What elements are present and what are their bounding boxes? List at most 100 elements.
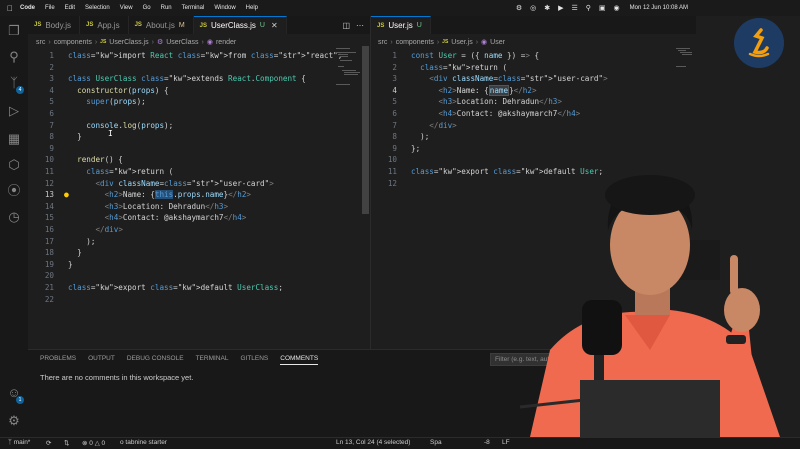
menu-run[interactable]: Run (161, 5, 172, 11)
split-editor-icon[interactable]: ◫ (342, 21, 350, 30)
menu-view[interactable]: View (120, 5, 133, 11)
code-line[interactable]: 5 super(props); (28, 96, 370, 108)
code-line[interactable]: 18 } (28, 247, 370, 259)
code-line[interactable]: 14 <h3>Location: Dehradun</h3> (28, 201, 370, 213)
code-line[interactable]: 7 </div> (371, 120, 696, 132)
code-line[interactable]: 2 (28, 62, 370, 74)
tabnine-indicator[interactable]: o tabnine starter (120, 439, 167, 446)
more-actions-icon[interactable]: ⋯ (356, 21, 364, 30)
code-line[interactable]: 2 class="kw">return ( (371, 62, 696, 74)
tab-gitlens[interactable]: GITLENS (240, 355, 268, 365)
menu-file[interactable]: File (45, 5, 55, 11)
remote-explorer-icon[interactable]: ⬡ (7, 158, 21, 172)
sync-icon[interactable]: ⟳ (46, 439, 51, 447)
code-line[interactable]: 20 (28, 270, 370, 282)
tab-terminal[interactable]: TERMINAL (196, 355, 229, 365)
gitlens-icon[interactable]: ⦿ (7, 184, 21, 198)
remote-icon[interactable]: ⇅ (64, 439, 69, 447)
code-line[interactable]: 4 <h2>Name: {name}</h2> (371, 84, 696, 97)
breadcrumb-src[interactable]: src (36, 39, 45, 46)
tab-body-js[interactable]: JS Body.js (28, 16, 80, 34)
code-line[interactable]: 1 class="kw">import React class="kw">from… (28, 50, 370, 62)
lightbulb-icon[interactable]: ● (64, 189, 69, 201)
minimap-right[interactable] (676, 46, 694, 70)
cursor-position[interactable]: Ln 13, Col 24 (4 selected) (336, 439, 410, 446)
tab-problems[interactable]: PROBLEMS (40, 355, 76, 365)
code-line[interactable]: 22 (28, 294, 370, 306)
code-line[interactable]: 3 class UserClass class="kw">extends Reac… (28, 73, 370, 85)
code-line[interactable]: 10 render() { (28, 154, 370, 166)
code-line[interactable]: 13 <h2>Name: {this.props.name}</h2> ● (28, 189, 370, 201)
control-center-icon[interactable]: ▣ (599, 4, 606, 12)
menu-edit[interactable]: Edit (65, 5, 75, 11)
code-line[interactable]: 8 ); (371, 131, 696, 143)
breadcrumb-method[interactable]: render (216, 39, 236, 46)
code-line[interactable]: 6 (28, 108, 370, 120)
menu-clock[interactable]: Mon 12 Jun 10:08 AM (630, 5, 688, 11)
bluetooth-icon[interactable]: ✱ (544, 4, 550, 12)
search-icon[interactable]: ⚲ (586, 4, 591, 12)
code-line[interactable]: 21 class="kw">export class="kw">default U… (28, 282, 370, 294)
code-line[interactable]: 16 </div> (28, 224, 370, 236)
code-line[interactable]: 5 <h3>Location: Dehradun</h3> (371, 96, 696, 108)
chevron-right-icon: › (201, 38, 204, 46)
menu-code[interactable]: Code (20, 5, 35, 11)
breadcrumb-file[interactable]: UserClass.js (109, 39, 148, 46)
close-icon[interactable]: ✕ (271, 21, 278, 30)
code-line[interactable]: 9 (28, 143, 370, 155)
code-line[interactable]: 7 console.log(props); (28, 120, 370, 132)
breadcrumb-file[interactable]: User.js (451, 39, 472, 46)
menu-selection[interactable]: Selection (85, 5, 110, 11)
tab-about-js[interactable]: JS About.js M (129, 16, 194, 34)
code-line[interactable]: 4 constructor(props) { (28, 85, 370, 97)
settings-gear-icon[interactable]: ⚙ (7, 414, 21, 428)
recording-icon[interactable]: ◎ (530, 4, 536, 12)
play-icon[interactable]: ▶ (558, 4, 563, 12)
timeline-icon[interactable]: ◷ (7, 210, 21, 224)
code-line[interactable]: 19} (28, 259, 370, 271)
menu-terminal[interactable]: Terminal (182, 5, 205, 11)
breadcrumb-components[interactable]: components (396, 39, 434, 46)
run-debug-icon[interactable]: ▷ (7, 104, 21, 118)
apple-icon[interactable]:  (7, 4, 13, 13)
breadcrumb-function[interactable]: User (490, 39, 505, 46)
tab-debug-console[interactable]: DEBUG CONSOLE (127, 355, 184, 365)
extensions-icon[interactable]: ▦ (7, 132, 21, 146)
wifi-icon[interactable]: ☰ (571, 4, 577, 12)
code-line[interactable]: 17 ); (28, 236, 370, 248)
menu-window[interactable]: Window (214, 5, 235, 11)
code-editor-left[interactable]: 1 class="kw">import React class="kw">from… (28, 49, 370, 349)
code-line[interactable]: 15 <h4>Contact: @akshaymarch7</h4> (28, 212, 370, 224)
mac-menu-bar:  Code File Edit Selection View Go Run T… (0, 0, 800, 16)
breadcrumb-src[interactable]: src (378, 39, 387, 46)
scrollbar-left[interactable] (362, 46, 369, 214)
chevron-right-icon: › (48, 38, 51, 46)
problems-indicator[interactable]: ⊗ 0 △ 0 (82, 439, 105, 447)
code-line[interactable]: 11 class="kw">return ( (28, 166, 370, 178)
search-icon[interactable]: ⚲ (7, 50, 21, 64)
chevron-right-icon: › (436, 38, 440, 46)
explorer-icon[interactable]: ❐ (7, 24, 21, 38)
tab-userclass-js[interactable]: JS UserClass.js U ✕ (193, 16, 287, 34)
code-line[interactable]: 12 <div className=class="str">"user-card… (28, 178, 370, 190)
minimap-left[interactable] (336, 46, 360, 86)
tab-user-js[interactable]: JS User.js U (371, 16, 431, 34)
code-line[interactable]: 8 } (28, 131, 370, 143)
breadcrumb-components[interactable]: components (54, 39, 92, 46)
eol-indicator[interactable]: LF (502, 439, 510, 446)
tab-output[interactable]: OUTPUT (88, 355, 115, 365)
siri-icon[interactable]: ◉ (614, 4, 620, 12)
encoding-indicator[interactable]: -8 (484, 439, 490, 446)
menu-help[interactable]: Help (246, 5, 258, 11)
gear-icon[interactable]: ⚙ (516, 4, 522, 12)
breadcrumb-class[interactable]: UserClass (166, 39, 198, 46)
tab-comments[interactable]: COMMENTS (280, 355, 319, 365)
code-line[interactable]: 1 const User = ({ name }) => { (371, 50, 696, 62)
tab-app-js[interactable]: JS App.js (80, 16, 129, 34)
modified-badge: M (178, 21, 185, 29)
git-branch-indicator[interactable]: ᛉ main* (8, 439, 30, 446)
code-line[interactable]: 6 <h4>Contact: @akshaymarch7</h4> (371, 108, 696, 120)
code-line[interactable]: 3 <div className=class="str">"user-card"… (371, 73, 696, 85)
indentation-indicator[interactable]: Spa (430, 439, 442, 446)
menu-go[interactable]: Go (143, 5, 151, 11)
